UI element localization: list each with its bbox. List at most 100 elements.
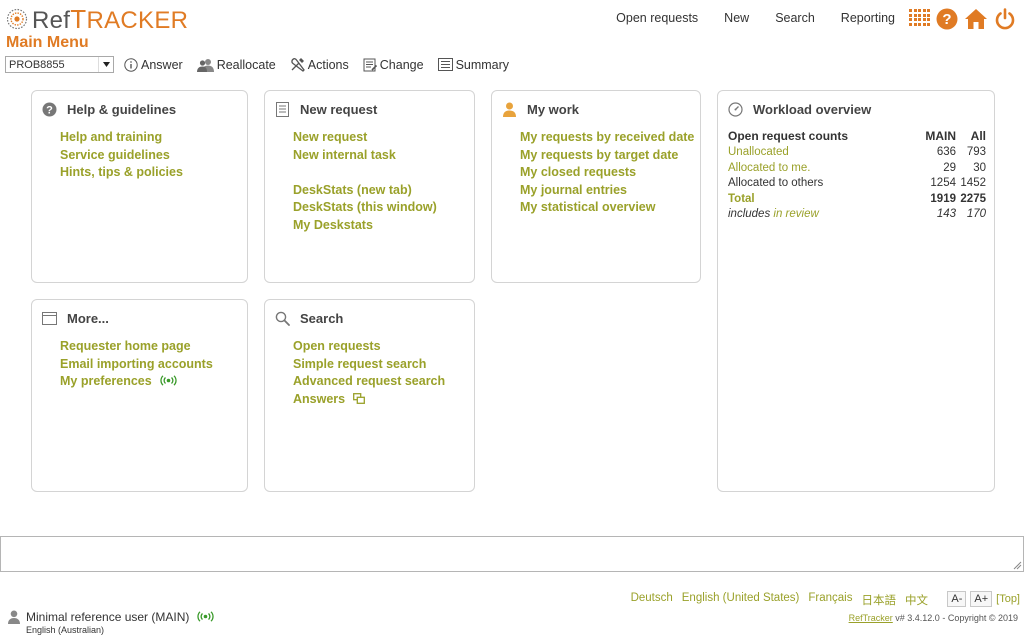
actions-button[interactable]: Actions <box>290 57 349 72</box>
link-simple-request-search[interactable]: Simple request search <box>293 356 445 374</box>
count-main: 636 <box>936 146 956 158</box>
header-label: Open request counts <box>728 129 849 143</box>
panel-title: More... <box>67 310 109 326</box>
table-header-row: Open request counts MAIN All <box>728 128 986 145</box>
link-deskstats-this-window[interactable]: DeskStats (this window) <box>293 199 437 217</box>
nav-new[interactable]: New <box>711 11 762 25</box>
count-all: 2275 <box>960 192 986 205</box>
link-my-journal-entries[interactable]: My journal entries <box>520 182 694 200</box>
question-circle-icon: ? <box>41 101 57 117</box>
table-row: Allocated to me. 29 30 <box>728 161 986 177</box>
change-button[interactable]: Change <box>363 58 424 72</box>
home-icon[interactable] <box>964 8 988 30</box>
font-smaller-button[interactable]: A- <box>947 591 967 607</box>
reftracker-logo[interactable]: RefTRACKER <box>6 3 189 34</box>
lang-francais[interactable]: Français <box>808 592 852 608</box>
lang-japanese[interactable]: 日本語 <box>862 592 897 608</box>
link-my-requests-by-target-date[interactable]: My requests by target date <box>520 147 694 165</box>
search-icon <box>274 310 290 326</box>
reallocate-button[interactable]: Reallocate <box>196 57 276 72</box>
link-service-guidelines[interactable]: Service guidelines <box>60 147 183 165</box>
lang-chinese[interactable]: 中文 <box>905 592 928 608</box>
link-my-closed-requests[interactable]: My closed requests <box>520 164 694 182</box>
edit-document-icon <box>363 58 377 71</box>
count-main: 1919 <box>930 192 956 205</box>
link-my-preferences[interactable]: My preferences <box>60 373 213 391</box>
link-open-requests[interactable]: Open requests <box>293 338 445 356</box>
link-total[interactable]: Total <box>728 193 755 205</box>
link-unallocated[interactable]: Unallocated <box>728 146 789 158</box>
top-navigation: Open requests New Search Reporting <box>603 11 908 25</box>
link-advanced-request-search[interactable]: Advanced request search <box>293 373 445 391</box>
help-guidelines-panel: ? Help & guidelines Help and training Se… <box>31 90 248 283</box>
nav-search[interactable]: Search <box>762 11 828 25</box>
broadcast-icon <box>160 375 177 386</box>
table-row: Unallocated 636 793 <box>728 145 986 161</box>
link-answers[interactable]: Answers <box>293 391 445 409</box>
link-new-internal-task[interactable]: New internal task <box>293 147 437 165</box>
summary-button[interactable]: Summary <box>437 58 509 72</box>
gauge-icon <box>727 101 743 117</box>
link-requester-home-page[interactable]: Requester home page <box>60 338 213 356</box>
workload-table: Open request counts MAIN All Unallocated… <box>728 128 986 223</box>
logo-emblem-icon <box>6 8 28 30</box>
user-icon <box>501 101 517 117</box>
link-email-importing-accounts[interactable]: Email importing accounts <box>60 356 213 374</box>
my-work-panel: My work My requests by received date My … <box>491 90 701 283</box>
reallocate-label: Reallocate <box>216 57 276 72</box>
nav-reporting[interactable]: Reporting <box>828 11 908 25</box>
top-icon-bar: ? <box>908 8 1016 30</box>
help-icon[interactable]: ? <box>936 8 958 30</box>
summary-list-icon <box>437 58 453 71</box>
link-in-review[interactable]: in review <box>773 208 818 220</box>
link-deskstats-new-tab[interactable]: DeskStats (new tab) <box>293 182 437 200</box>
svg-text:?: ? <box>942 11 951 28</box>
resize-handle-icon[interactable] <box>1012 560 1022 570</box>
count-main: 1254 <box>930 177 956 189</box>
info-icon <box>124 57 138 72</box>
user-name: Minimal reference user (MAIN) <box>26 610 190 624</box>
version-link[interactable]: RefTracker <box>849 613 893 623</box>
link-my-statistical-overview[interactable]: My statistical overview <box>520 199 694 217</box>
count-main: 143 <box>936 208 956 220</box>
panel-title: New request <box>300 101 378 117</box>
review-prefix: includes <box>728 208 771 220</box>
top-link[interactable]: [Top] <box>996 593 1020 605</box>
count-main: 29 <box>943 161 956 174</box>
actions-label: Actions <box>307 57 349 72</box>
table-row-review: includes in review 143 170 <box>728 207 986 223</box>
apps-grid-icon[interactable] <box>908 8 930 30</box>
broadcast-icon[interactable] <box>197 611 214 622</box>
link-new-request[interactable]: New request <box>293 129 437 147</box>
power-logout-icon[interactable] <box>994 8 1016 30</box>
lang-deutsch[interactable]: Deutsch <box>631 592 673 608</box>
new-request-panel: New request New request New internal tas… <box>264 90 475 283</box>
panel-title: My work <box>527 101 580 117</box>
workload-overview-panel: Workload overview Open request counts MA… <box>717 90 995 492</box>
chevron-down-icon[interactable] <box>98 57 113 72</box>
tools-icon <box>291 58 305 72</box>
user-info: Minimal reference user (MAIN) English (A… <box>8 610 214 635</box>
lang-english-us[interactable]: English (United States) <box>682 592 800 608</box>
link-my-requests-by-received-date[interactable]: My requests by received date <box>520 129 694 147</box>
answer-button[interactable]: Answer <box>124 58 183 72</box>
language-links: Deutsch English (United States) Français… <box>622 592 928 608</box>
link-help-and-training[interactable]: Help and training <box>60 129 183 147</box>
font-larger-button[interactable]: A+ <box>970 591 993 607</box>
nav-open-requests[interactable]: Open requests <box>603 11 711 25</box>
table-row: Allocated to others 1254 1452 <box>728 176 986 192</box>
user-language: English (Australian) <box>26 625 105 635</box>
version-text: v# 3.4.12.0 - Copyright © 2019 <box>892 613 1018 623</box>
logo-wordmark: RefTRACKER <box>32 3 189 34</box>
window-icon <box>41 310 57 326</box>
font-size-controls: A- A+ [Top] <box>947 591 1020 607</box>
answer-label: Answer <box>141 57 183 72</box>
search-panel: Search Open requests Simple request sear… <box>264 299 475 492</box>
problem-select[interactable]: PROB8855 <box>5 56 114 73</box>
link-my-deskstats[interactable]: My Deskstats <box>293 217 437 235</box>
count-all: 170 <box>966 208 986 220</box>
message-textarea[interactable] <box>0 536 1024 572</box>
change-label: Change <box>379 57 424 72</box>
link-allocated-to-me[interactable]: Allocated to me. <box>728 162 810 174</box>
link-hints-tips-policies[interactable]: Hints, tips & policies <box>60 164 183 182</box>
